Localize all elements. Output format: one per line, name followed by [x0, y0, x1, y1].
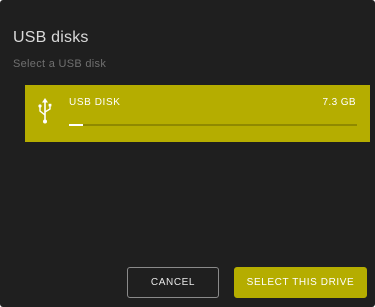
select-this-drive-button[interactable]: SELECT THIS DRIVE — [234, 267, 367, 298]
dialog-subtitle: Select a USB disk — [13, 58, 107, 70]
disk-usage-bar — [69, 124, 357, 126]
disk-item-usb-disk[interactable]: USB DISK 7.3 GB — [25, 85, 370, 142]
disk-usage-fill — [69, 124, 84, 126]
disk-size: 7.3 GB — [322, 97, 356, 108]
dialog-title: USB disks — [13, 29, 89, 46]
usb-disk-dialog: USB disks Select a USB disk USB DISK 7.3… — [0, 0, 375, 307]
disk-name: USB DISK — [69, 97, 121, 108]
cancel-button[interactable]: CANCEL — [127, 267, 219, 298]
usb-icon — [37, 98, 53, 124]
